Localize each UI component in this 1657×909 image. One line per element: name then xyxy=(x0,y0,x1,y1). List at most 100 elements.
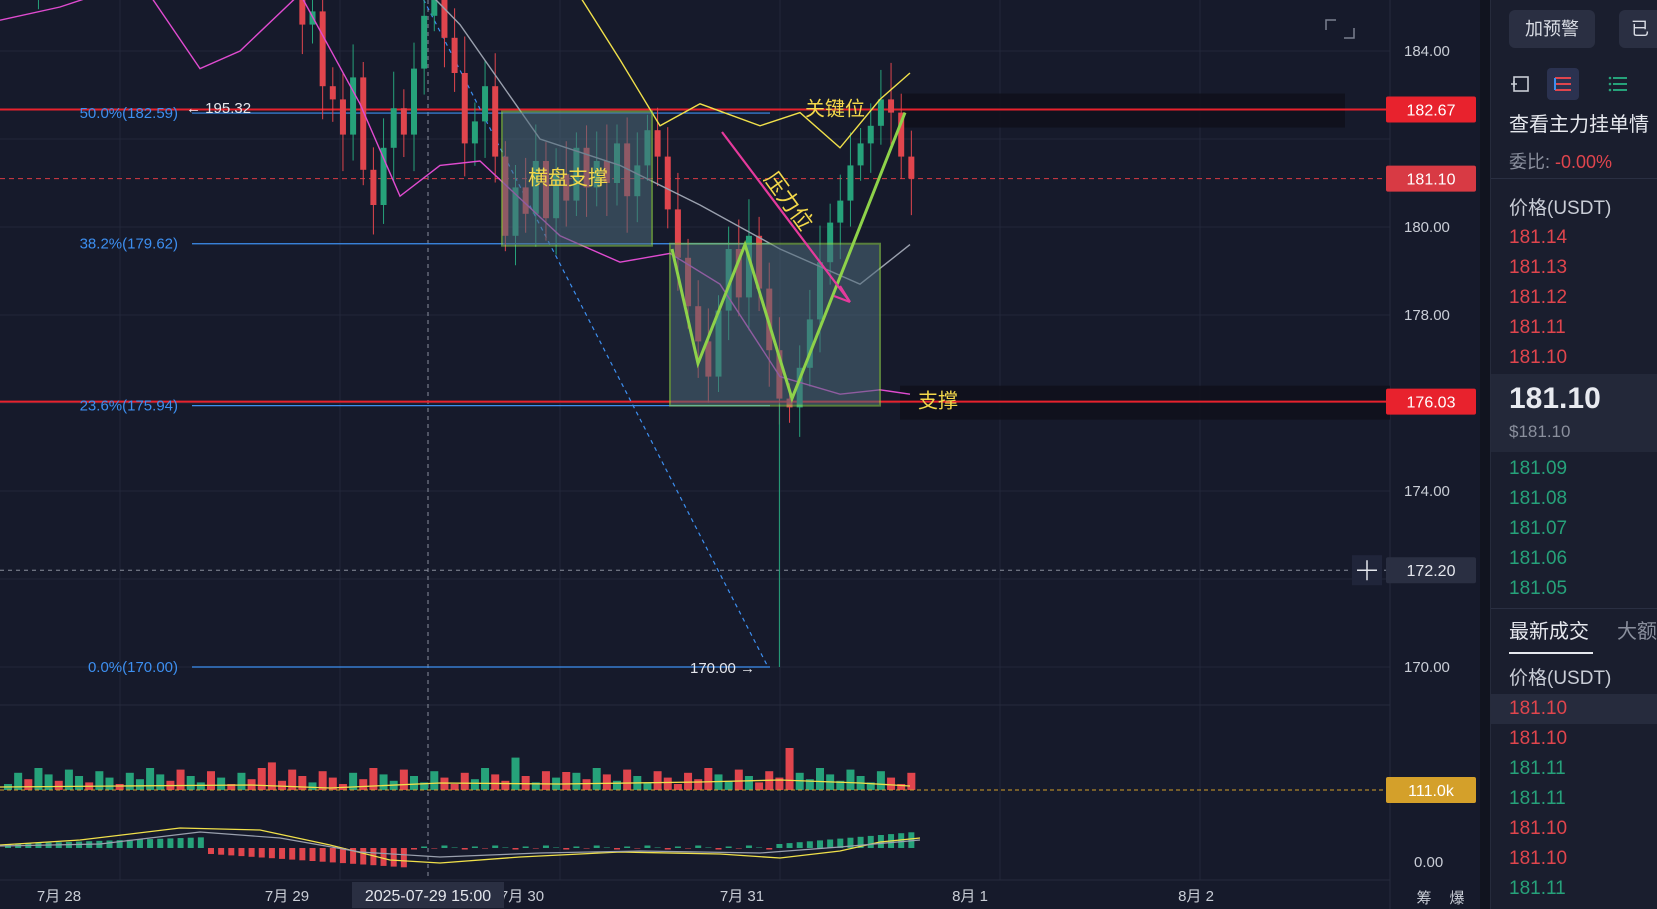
bid-row[interactable]: 181.08 xyxy=(1509,488,1567,510)
time-tick-label: 8月 2 xyxy=(1178,888,1214,905)
macd-histogram-bar xyxy=(197,837,204,848)
volume-bar xyxy=(572,772,581,790)
candle[interactable] xyxy=(319,11,326,87)
volume-bar xyxy=(54,780,63,790)
bid-row[interactable]: 181.06 xyxy=(1509,548,1567,570)
trade-row[interactable]: 181.10 xyxy=(1509,848,1567,870)
candle[interactable] xyxy=(360,77,367,170)
volume-bar xyxy=(643,782,652,790)
volume-bar xyxy=(876,771,885,790)
candle[interactable] xyxy=(908,156,915,179)
volume-bar xyxy=(582,779,591,790)
key-level-label: 关键位 xyxy=(805,97,865,121)
candle[interactable] xyxy=(370,169,377,205)
macd-histogram-bar xyxy=(208,848,214,854)
trade-row[interactable]: 181.10 xyxy=(1509,698,1567,720)
volume-bar xyxy=(846,769,855,790)
liquidation-icon[interactable]: 爆 xyxy=(1449,890,1464,907)
macd-histogram-bar xyxy=(766,848,773,850)
orderbook-both-icon[interactable] xyxy=(1505,68,1537,100)
volume-bar xyxy=(470,779,479,790)
candle[interactable] xyxy=(482,86,489,122)
trade-row[interactable]: 181.11 xyxy=(1509,878,1566,900)
bid-row[interactable]: 181.07 xyxy=(1509,518,1567,540)
candle[interactable] xyxy=(451,37,458,73)
bid-row[interactable]: 181.09 xyxy=(1509,458,1567,480)
volume-bar xyxy=(308,782,317,790)
volume-bar xyxy=(135,779,144,790)
candle[interactable] xyxy=(329,86,336,100)
macd-histogram-bar xyxy=(644,845,651,848)
candle[interactable] xyxy=(431,0,438,16)
price-tick-label: 178.00 xyxy=(1404,307,1450,324)
placed-button[interactable]: 已 xyxy=(1619,10,1657,48)
volume-bar xyxy=(186,776,195,790)
macd-histogram-bar xyxy=(238,848,245,857)
price-chart[interactable]: 100.0%(195.19)78.6%(189.80)61.8%(185.57)… xyxy=(0,0,1480,909)
bid-row[interactable]: 181.05 xyxy=(1509,578,1567,600)
candle[interactable] xyxy=(380,147,387,205)
candle[interactable] xyxy=(877,99,884,126)
macd-histogram-bar xyxy=(867,835,874,848)
last-price-box: 181.10 $181.10 xyxy=(1491,374,1657,452)
tab-large-trades[interactable]: 大额 xyxy=(1617,615,1657,644)
trade-row[interactable]: 181.11 xyxy=(1509,758,1566,780)
candle[interactable] xyxy=(857,143,864,166)
volume-bar xyxy=(379,774,388,790)
tab-latest-trades[interactable]: 最新成交 xyxy=(1509,615,1589,644)
ask-row[interactable]: 181.14 xyxy=(1509,227,1567,249)
candle[interactable] xyxy=(492,86,499,157)
candle[interactable] xyxy=(847,165,854,201)
time-tick-label: 7月 29 xyxy=(265,888,309,905)
orderbook-split-icon[interactable] xyxy=(1547,68,1579,100)
candle[interactable] xyxy=(461,73,468,144)
ask-row[interactable]: 181.10 xyxy=(1509,347,1567,369)
candle[interactable] xyxy=(867,125,874,144)
volume-bar xyxy=(146,768,155,790)
candle[interactable] xyxy=(664,156,671,210)
macd-histogram-bar xyxy=(451,847,458,848)
macd-histogram-bar xyxy=(258,848,265,858)
macd-histogram-bar xyxy=(329,848,336,863)
trade-row[interactable]: 181.10 xyxy=(1509,818,1567,840)
candle[interactable] xyxy=(421,15,428,69)
volume-bar xyxy=(755,782,764,790)
macd-histogram-bar xyxy=(522,846,529,848)
macd-histogram-bar xyxy=(289,848,296,860)
candle[interactable] xyxy=(400,108,407,135)
add-alert-button[interactable]: 加预警 xyxy=(1509,10,1595,48)
volume-bar xyxy=(907,772,916,790)
candle[interactable] xyxy=(837,200,844,223)
divider xyxy=(1491,178,1657,179)
candle[interactable] xyxy=(654,130,661,157)
low-price-mark: 170.00 → xyxy=(690,660,755,677)
price-tag-label: 182.67 xyxy=(1407,103,1456,120)
ask-row[interactable]: 181.12 xyxy=(1509,287,1567,309)
trade-row[interactable]: 181.11 xyxy=(1509,788,1566,810)
time-tick-label: 7月 28 xyxy=(37,888,81,905)
volume-bar xyxy=(237,772,246,790)
support-label: 支撑 xyxy=(918,389,958,413)
macd-histogram-bar xyxy=(553,847,560,848)
candle[interactable] xyxy=(471,121,478,144)
candle[interactable] xyxy=(888,99,895,113)
ask-row[interactable]: 181.11 xyxy=(1509,317,1566,339)
w-pattern-box[interactable] xyxy=(669,242,881,407)
crosshair-plus-icon[interactable] xyxy=(1352,555,1382,586)
macd-histogram-bar xyxy=(593,845,600,848)
ask-row[interactable]: 181.13 xyxy=(1509,257,1567,279)
macd-histogram-bar xyxy=(461,848,468,850)
panel-divider[interactable] xyxy=(1480,0,1490,909)
candle[interactable] xyxy=(339,99,346,135)
candle[interactable] xyxy=(390,108,397,148)
candle[interactable] xyxy=(411,68,417,135)
trade-row[interactable]: 181.10 xyxy=(1509,728,1567,750)
candle[interactable] xyxy=(299,0,306,25)
chip-icon[interactable]: 筹 xyxy=(1416,890,1431,907)
volume-tag-label: 111.0k xyxy=(1408,783,1455,800)
orderbook-list-icon[interactable] xyxy=(1603,68,1635,100)
ratio-row: 委比: -0.00% xyxy=(1509,148,1612,174)
volume-bar xyxy=(673,784,682,790)
macd-histogram-bar xyxy=(796,842,803,848)
orderbook-title[interactable]: 查看主力挂单情 xyxy=(1509,108,1649,137)
